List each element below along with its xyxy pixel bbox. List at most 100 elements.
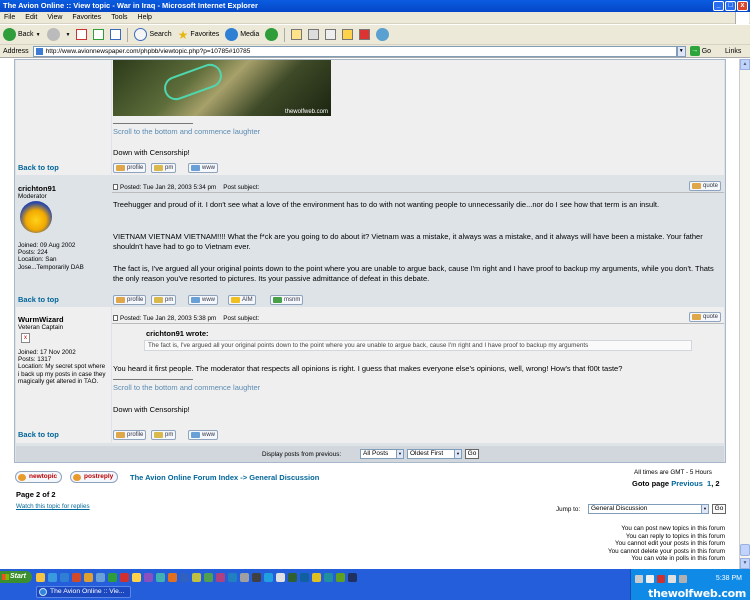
quicklaunch-icon[interactable] [216, 573, 225, 582]
quicklaunch-icon[interactable] [336, 573, 345, 582]
edit-icon[interactable] [325, 29, 337, 40]
chevron-down-icon[interactable]: ▼ [36, 32, 41, 38]
display-order-select[interactable]: Oldest First ▼ [407, 449, 462, 459]
display-go-button[interactable]: Go [465, 449, 479, 459]
jump-to-select[interactable]: General Discussion ▼ [588, 504, 709, 514]
pm-button[interactable]: pm [151, 430, 177, 440]
display-days-select[interactable]: All Posts ▼ [360, 449, 404, 459]
scroll-thumb[interactable] [740, 544, 750, 556]
quicklaunch-icon[interactable] [156, 573, 165, 582]
quicklaunch-icon[interactable] [288, 573, 297, 582]
maximize-button[interactable]: □ [725, 1, 736, 11]
quicklaunch-icon[interactable] [36, 573, 45, 582]
back-to-top-link[interactable]: Back to top [18, 295, 59, 305]
quicklaunch-icon[interactable] [348, 573, 357, 582]
history-icon[interactable] [265, 28, 279, 41]
discuss-icon[interactable] [342, 29, 354, 40]
www-button[interactable]: www [188, 163, 218, 173]
tray-icon[interactable] [679, 575, 687, 583]
quicklaunch-icon[interactable] [120, 573, 129, 582]
quote-button[interactable]: quote [689, 312, 722, 322]
post-reply-button[interactable]: postreply [70, 471, 119, 483]
watch-topic-link[interactable]: Watch this topic for replies [16, 503, 90, 511]
messenger-icon[interactable] [359, 29, 371, 40]
scroll-up-icon[interactable]: ▲ [740, 59, 750, 70]
page-1-link[interactable]: 1 [707, 479, 711, 488]
breadcrumb-index-link[interactable]: The Avion Online Forum Index [130, 473, 238, 482]
start-button[interactable]: Start [0, 571, 32, 583]
extra-icon[interactable] [376, 28, 390, 41]
menu-favorites[interactable]: Favorites [72, 14, 101, 21]
quicklaunch-icon[interactable] [264, 573, 273, 582]
quicklaunch-icon[interactable] [180, 573, 189, 582]
pm-button[interactable]: pm [151, 163, 177, 173]
quicklaunch-icon[interactable] [84, 573, 93, 582]
jump-go-button[interactable]: Go [712, 504, 726, 514]
quicklaunch-icon[interactable] [324, 573, 333, 582]
quicklaunch-icon[interactable] [228, 573, 237, 582]
quote-button[interactable]: quote [689, 181, 722, 191]
pm-button[interactable]: pm [151, 295, 177, 305]
taskbar-window-button[interactable]: The Avion Online :: Vie... [36, 586, 131, 598]
stop-icon[interactable] [76, 29, 88, 40]
www-button[interactable]: www [188, 295, 218, 305]
quicklaunch-icon[interactable] [48, 573, 57, 582]
address-dropdown[interactable]: ▼ [676, 45, 686, 57]
tray-icon[interactable] [657, 575, 665, 583]
quicklaunch-icon[interactable] [60, 573, 69, 582]
profile-button[interactable]: profile [113, 430, 147, 440]
go-button[interactable]: → Go [689, 46, 711, 56]
back-button[interactable]: Back ▼ [3, 28, 41, 41]
quicklaunch-icon[interactable] [144, 573, 153, 582]
minimize-button[interactable]: _ [713, 1, 724, 11]
quicklaunch-icon[interactable] [132, 573, 141, 582]
tray-icon[interactable] [646, 575, 654, 583]
tray-icon[interactable] [635, 575, 643, 583]
quicklaunch-icon[interactable] [204, 573, 213, 582]
breadcrumb-forum-link[interactable]: General Discussion [249, 473, 319, 482]
mail-icon[interactable] [291, 29, 303, 40]
signature-link[interactable]: Scroll to the bottom and commence laught… [113, 383, 260, 393]
tray-icon[interactable] [668, 575, 676, 583]
msnm-button[interactable]: msnm [270, 295, 304, 305]
aim-button[interactable]: AIM [228, 295, 256, 305]
menu-tools[interactable]: Tools [111, 14, 127, 21]
home-icon[interactable] [110, 29, 122, 40]
menu-file[interactable]: File [4, 14, 15, 21]
quicklaunch-icon[interactable] [96, 573, 105, 582]
favorites-button[interactable]: ★ Favorites [178, 29, 220, 41]
chevron-down-icon[interactable]: ▼ [66, 32, 71, 38]
menu-view[interactable]: View [47, 14, 62, 21]
back-to-top-link[interactable]: Back to top [18, 430, 59, 440]
close-button[interactable]: x [737, 1, 748, 11]
permission-item: You can vote in polls in this forum [631, 555, 725, 562]
menu-edit[interactable]: Edit [25, 14, 37, 21]
refresh-icon[interactable] [93, 29, 105, 40]
links-button[interactable]: Links [725, 48, 741, 55]
quicklaunch-icon[interactable] [276, 573, 285, 582]
print-icon[interactable] [308, 29, 320, 40]
previous-page-link[interactable]: Previous [671, 479, 703, 488]
back-to-top-link[interactable]: Back to top [18, 163, 59, 173]
current-page: 2 [715, 479, 720, 488]
forward-arrow-icon[interactable] [46, 28, 60, 41]
quicklaunch-icon[interactable] [168, 573, 177, 582]
quicklaunch-icon[interactable] [312, 573, 321, 582]
www-button[interactable]: www [188, 430, 218, 440]
address-input[interactable]: http://www.avionnewspaper.com/phpbb/view… [32, 45, 677, 57]
quicklaunch-icon[interactable] [192, 573, 201, 582]
profile-button[interactable]: profile [113, 295, 147, 305]
quicklaunch-icon[interactable] [72, 573, 81, 582]
menu-help[interactable]: Help [138, 14, 152, 21]
media-button[interactable]: Media [225, 28, 259, 41]
new-topic-button[interactable]: newtopic [15, 471, 63, 483]
search-button[interactable]: Search [134, 28, 172, 41]
quicklaunch-icon[interactable] [252, 573, 261, 582]
scroll-down-icon[interactable]: ▼ [740, 558, 750, 569]
signature-link[interactable]: Scroll to the bottom and commence laught… [113, 127, 260, 137]
quicklaunch-icon[interactable] [300, 573, 309, 582]
vertical-scrollbar[interactable]: ▲ ▼ [739, 59, 750, 569]
quicklaunch-icon[interactable] [240, 573, 249, 582]
quicklaunch-icon[interactable] [108, 573, 117, 582]
profile-button[interactable]: profile [113, 163, 147, 173]
